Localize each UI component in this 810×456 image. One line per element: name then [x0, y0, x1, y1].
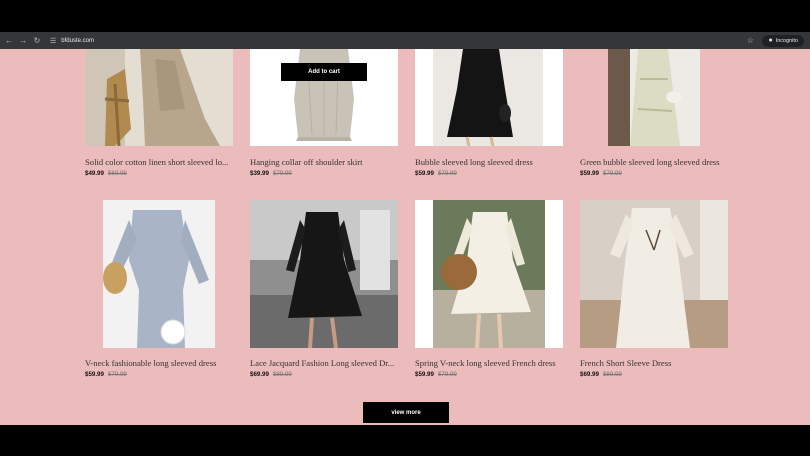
- video-letterbox-bottom: [0, 425, 810, 456]
- product-image[interactable]: [85, 49, 233, 146]
- reload-icon[interactable]: ↻: [30, 32, 44, 49]
- sale-price: $59.99: [85, 371, 104, 378]
- product-grid-page: Solid color cotton linen short sleeved l…: [0, 49, 810, 425]
- product-image[interactable]: [250, 200, 398, 348]
- sale-price: $69.99: [250, 371, 269, 378]
- product-title[interactable]: Spring V-neck long sleeved French dress: [415, 358, 575, 368]
- star-icon[interactable]: ☆: [742, 36, 758, 45]
- product-title[interactable]: Solid color cotton linen short sleeved l…: [85, 157, 245, 167]
- sale-price: $59.99: [580, 170, 599, 177]
- original-price: $79.99: [437, 170, 457, 177]
- product-price: $69.99 $89.99: [250, 371, 292, 378]
- sale-price: $39.99: [250, 170, 269, 177]
- sale-price: $69.99: [580, 371, 599, 378]
- product-title[interactable]: Hanging collar off shoulder skirt: [250, 157, 410, 167]
- browser-toolbar: ← → ↻ ☰ bfduste.com ☆ ● Incognito: [0, 32, 810, 49]
- sale-price: $49.99: [85, 170, 104, 177]
- tune-icon[interactable]: ☰: [50, 37, 56, 45]
- product-title[interactable]: Bubble sleeved long sleeved dress: [415, 157, 575, 167]
- add-to-cart-button[interactable]: Add to cart: [281, 63, 367, 81]
- original-price: $79.99: [602, 170, 622, 177]
- original-price: $89.99: [602, 371, 622, 378]
- product-title[interactable]: V-neck fashionable long sleeved dress: [85, 358, 245, 368]
- original-price: $79.99: [107, 371, 127, 378]
- product-image[interactable]: [85, 200, 233, 348]
- sale-price: $59.99: [415, 170, 434, 177]
- product-price: $69.99 $89.99: [580, 371, 622, 378]
- original-price: $79.99: [437, 371, 457, 378]
- product-price: $59.99 $79.99: [580, 170, 622, 177]
- incognito-badge[interactable]: ● Incognito: [762, 34, 804, 47]
- product-price: $39.99 $79.99: [250, 170, 292, 177]
- incognito-label: Incognito: [775, 37, 798, 44]
- view-more-button[interactable]: view more: [363, 402, 449, 423]
- original-price: $69.99: [107, 170, 127, 177]
- video-letterbox-top: [0, 0, 810, 32]
- original-price: $79.99: [272, 170, 292, 177]
- product-image[interactable]: [580, 200, 728, 348]
- product-price: $59.99 $79.99: [415, 371, 457, 378]
- arrow-left-icon[interactable]: ←: [2, 32, 16, 49]
- product-image[interactable]: [415, 200, 563, 348]
- product-title[interactable]: Lace Jacquard Fashion Long sleeved Dr...: [250, 358, 410, 368]
- product-price: $59.99 $79.99: [415, 170, 457, 177]
- product-price: $59.99 $79.99: [85, 371, 127, 378]
- address-url: bfduste.com: [61, 37, 94, 44]
- product-image[interactable]: [415, 49, 563, 146]
- product-image[interactable]: [580, 49, 728, 146]
- product-title[interactable]: Green bubble sleeved long sleeved dress: [580, 157, 740, 167]
- incognito-icon: ●: [768, 37, 773, 44]
- arrow-right-icon[interactable]: →: [16, 32, 30, 49]
- original-price: $89.99: [272, 371, 292, 378]
- sale-price: $59.99: [415, 371, 434, 378]
- address-bar[interactable]: ☰ bfduste.com: [50, 35, 742, 47]
- product-price: $49.99 $69.99: [85, 170, 127, 177]
- product-title[interactable]: French Short Sleeve Dress: [580, 358, 740, 368]
